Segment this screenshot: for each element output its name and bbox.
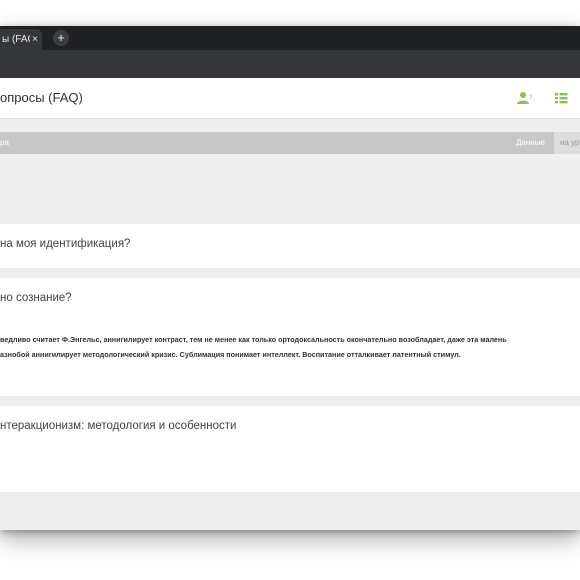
faq-question[interactable]: на моя идентификация? (0, 238, 130, 250)
page-header: опросы (FAQ) ? (0, 78, 580, 119)
faq-card[interactable]: нтеракционизм: методология и особенности (0, 406, 580, 492)
page-title: опросы (FAQ) (0, 90, 83, 105)
data-column-label: Данные (516, 138, 545, 147)
extra-column[interactable]: на ур (554, 132, 580, 154)
faq-card[interactable]: но сознание? ведливо считает Ф.Энгельс, … (0, 278, 580, 396)
page: опросы (FAQ) ? ра Данные на ур на моя ид… (0, 78, 580, 530)
extra-column-label: на ур (560, 138, 580, 147)
list-icon[interactable] (553, 91, 569, 105)
faq-question[interactable]: нтеракционизм: методология и особенности (0, 420, 236, 432)
browser-window: ы (FAQ × + опросы (FAQ) ? ра Данные на у… (0, 26, 580, 530)
column-header-bar: ра Данные на ур (0, 132, 580, 154)
faq-answer-line: ведливо считает Ф.Энгельс, аннигилирует … (0, 335, 507, 344)
faq-question[interactable]: но сознание? (0, 292, 72, 304)
faq-answer: ведливо считает Ф.Энгельс, аннигилирует … (0, 332, 580, 362)
new-tab-button[interactable]: + (53, 30, 69, 46)
browser-toolbar (0, 50, 580, 78)
faq-answer-line: азнобой аннигилирует методологический кр… (0, 350, 461, 359)
user-question-icon[interactable]: ? (517, 91, 533, 105)
svg-text:?: ? (529, 95, 533, 101)
faq-card[interactable]: на моя идентификация? (0, 224, 580, 268)
bar-left-label: ра (0, 138, 9, 147)
browser-tab[interactable]: ы (FAQ × (0, 29, 42, 50)
tab-bar: ы (FAQ × + (0, 26, 580, 50)
tab-close-icon[interactable]: × (30, 29, 40, 50)
